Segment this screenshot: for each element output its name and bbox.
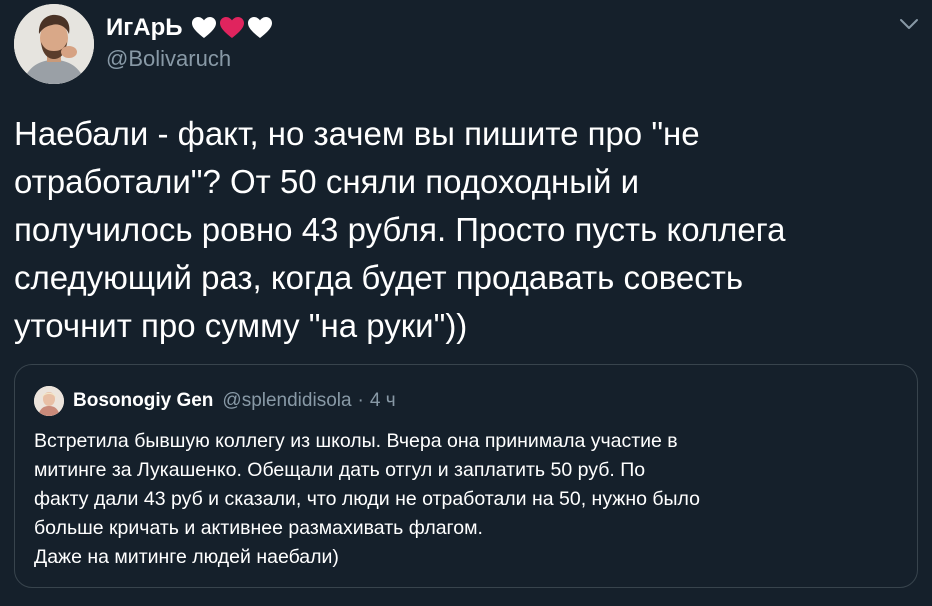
author-name-row: ИгАрЬ [106, 12, 275, 44]
author-handle[interactable]: @Bolivaruch [106, 46, 231, 72]
red-heart-icon [219, 16, 245, 40]
quoted-avatar[interactable] [34, 386, 64, 416]
quoted-timestamp[interactable]: 4 ч [370, 390, 396, 412]
white-heart-icon [247, 16, 273, 40]
chevron-down-icon[interactable] [898, 16, 920, 32]
quoted-author-handle[interactable]: @splendidisola [222, 390, 351, 412]
quoted-author-name[interactable]: Bosonogiy Gen [73, 390, 213, 412]
avatar-image [14, 4, 94, 84]
quoted-avatar-image [34, 386, 64, 416]
tweet: ИгАрЬ @Bolivaruch Наебали - факт, но зач… [0, 0, 932, 606]
author-name[interactable]: ИгАрЬ [106, 14, 183, 42]
tweet-text: Наебали - факт, но зачем вы пишите про "… [14, 115, 786, 344]
quoted-header: Bosonogiy Gen @splendidisola · 4 ч [73, 386, 396, 416]
separator-dot: · [357, 390, 364, 411]
avatar[interactable] [14, 4, 94, 84]
quoted-tweet-text: Встретила бывшую коллегу из школы. Вчера… [34, 430, 700, 568]
white-heart-icon [191, 16, 217, 40]
quoted-tweet-card[interactable]: Bosonogiy Gen @splendidisola · 4 ч Встре… [14, 364, 918, 588]
